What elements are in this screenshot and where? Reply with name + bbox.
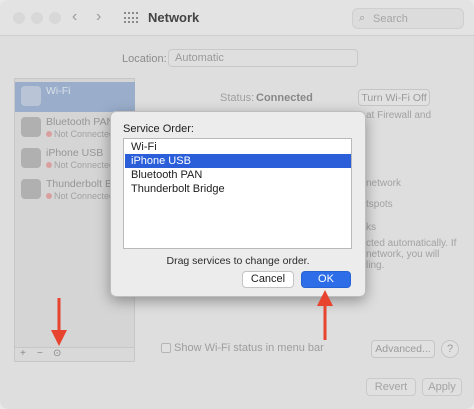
network-preferences-window: ‹ › Network ⌕ Search Location: Automatic… bbox=[0, 0, 474, 409]
list-item-iphone-usb[interactable]: iPhone USB bbox=[125, 154, 351, 168]
annotation-arrow-down-icon bbox=[51, 298, 67, 346]
dialog-title: Service Order: bbox=[123, 123, 194, 135]
list-item-wifi[interactable]: Wi-Fi bbox=[125, 140, 351, 154]
search-icon: ⌕ bbox=[359, 12, 366, 24]
service-order-dialog: Service Order: Wi-Fi iPhone USB Bluetoot… bbox=[110, 111, 366, 297]
list-item-bluetooth-pan[interactable]: Bluetooth PAN bbox=[125, 168, 351, 182]
minimize-window-button[interactable] bbox=[31, 12, 43, 24]
service-order-list[interactable]: Wi-Fi iPhone USB Bluetooth PAN Thunderbo… bbox=[123, 138, 352, 249]
title-bar: ‹ › Network ⌕ Search bbox=[0, 0, 474, 36]
ok-button[interactable]: OK bbox=[301, 271, 351, 288]
forward-icon[interactable]: › bbox=[96, 8, 101, 26]
cancel-button[interactable]: Cancel bbox=[242, 271, 294, 288]
show-all-grid-icon[interactable] bbox=[124, 12, 138, 24]
drag-hint: Drag services to change order. bbox=[166, 255, 310, 267]
list-item-thunderbolt-bridge[interactable]: Thunderbolt Bridge bbox=[125, 182, 351, 196]
search-placeholder: Search bbox=[373, 13, 408, 25]
back-icon[interactable]: ‹ bbox=[72, 8, 77, 26]
close-window-button[interactable] bbox=[13, 12, 25, 24]
search-field[interactable]: ⌕ Search bbox=[352, 8, 464, 29]
window-title: Network bbox=[148, 10, 200, 25]
annotation-arrow-up-icon bbox=[317, 290, 333, 340]
zoom-window-button[interactable] bbox=[49, 12, 61, 24]
